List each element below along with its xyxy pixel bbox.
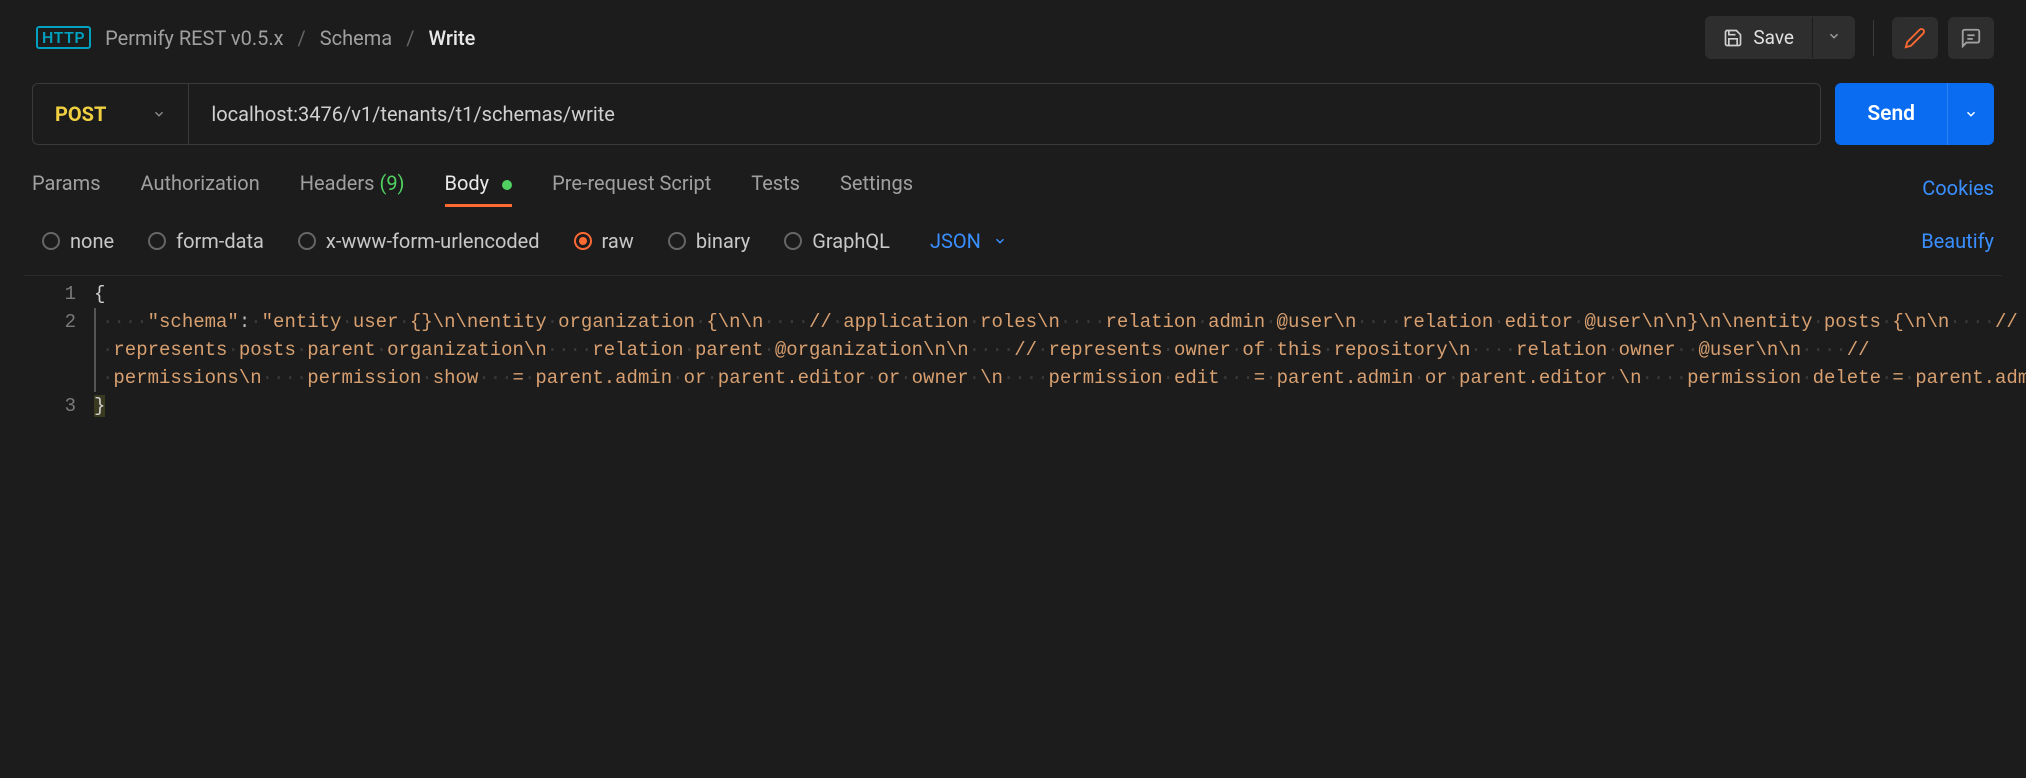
radio-label: binary xyxy=(696,229,750,253)
line-gutter: 3 xyxy=(24,392,94,420)
method-select[interactable]: POST xyxy=(33,84,189,144)
radio-icon xyxy=(668,232,686,250)
code-line-1: { xyxy=(94,280,2002,308)
tab-params[interactable]: Params xyxy=(32,171,101,205)
body-editor[interactable]: 1 { 2 ····"schema":·"entity·user·{}\n\ne… xyxy=(24,275,2002,421)
tab-prerequest[interactable]: Pre-request Script xyxy=(552,171,711,205)
chevron-down-icon xyxy=(1964,107,1978,121)
radio-label: form-data xyxy=(176,229,264,253)
beautify-link[interactable]: Beautify xyxy=(1921,229,1994,253)
comments-button[interactable] xyxy=(1948,17,1994,59)
radio-label: x-www-form-urlencoded xyxy=(326,229,540,253)
body-type-none[interactable]: none xyxy=(42,229,114,253)
content-type-select[interactable]: JSON xyxy=(930,229,1007,253)
radio-label: raw xyxy=(602,229,634,253)
radio-icon xyxy=(148,232,166,250)
send-button[interactable]: Send xyxy=(1835,83,1947,145)
request-bar: POST localhost:3476/v1/tenants/t1/schema… xyxy=(32,83,1821,145)
tab-body[interactable]: Body xyxy=(445,171,513,205)
pencil-icon xyxy=(1904,27,1926,49)
code-line-2: ····"schema":·"entity·user·{}\n\nentity·… xyxy=(94,308,2026,392)
breadcrumb-item[interactable]: Write xyxy=(428,26,475,50)
tab-headers-label: Headers xyxy=(300,171,375,195)
radio-icon xyxy=(42,232,60,250)
save-dropdown[interactable] xyxy=(1812,17,1855,58)
line-number: 2 xyxy=(24,308,76,336)
body-type-raw[interactable]: raw xyxy=(574,229,634,253)
tab-tests[interactable]: Tests xyxy=(751,171,800,205)
chevron-down-icon xyxy=(1827,29,1841,43)
radio-icon xyxy=(298,232,316,250)
divider xyxy=(1873,20,1874,56)
radio-icon xyxy=(574,232,592,250)
url-input[interactable]: localhost:3476/v1/tenants/t1/schemas/wri… xyxy=(189,84,1820,144)
breadcrumb-collection[interactable]: Permify REST v0.5.x xyxy=(105,26,283,50)
breadcrumb-folder[interactable]: Schema xyxy=(320,26,392,50)
send-dropdown[interactable] xyxy=(1947,83,1994,145)
comment-icon xyxy=(1960,27,1982,49)
breadcrumb: HTTP Permify REST v0.5.x / Schema / Writ… xyxy=(36,26,475,50)
tab-headers[interactable]: Headers (9) xyxy=(300,171,405,205)
body-type-urlencoded[interactable]: x-www-form-urlencoded xyxy=(298,229,540,253)
tab-body-label: Body xyxy=(445,171,490,195)
content-type-label: JSON xyxy=(930,229,981,253)
body-type-formdata[interactable]: form-data xyxy=(148,229,264,253)
body-type-binary[interactable]: binary xyxy=(668,229,750,253)
save-button[interactable]: Save xyxy=(1705,16,1812,59)
body-type-graphql[interactable]: GraphQL xyxy=(784,229,890,253)
cookies-link[interactable]: Cookies xyxy=(1922,176,1994,200)
save-button-group: Save xyxy=(1705,16,1855,59)
breadcrumb-sep: / xyxy=(406,26,414,50)
save-icon xyxy=(1723,28,1743,48)
chevron-down-icon xyxy=(993,234,1007,248)
radio-label: none xyxy=(70,229,114,253)
body-type-group: none form-data x-www-form-urlencoded raw… xyxy=(42,229,1007,253)
save-label: Save xyxy=(1753,26,1794,49)
method-label: POST xyxy=(55,102,106,126)
tab-authorization[interactable]: Authorization xyxy=(141,171,260,205)
send-button-group: Send xyxy=(1835,83,1994,145)
line-number: 1 xyxy=(24,280,76,308)
edit-button[interactable] xyxy=(1892,17,1938,59)
line-gutter: 1 xyxy=(24,280,94,308)
request-tabs: Params Authorization Headers (9) Body Pr… xyxy=(32,171,913,205)
code-line-3: } xyxy=(94,392,2002,420)
breadcrumb-sep: / xyxy=(298,26,306,50)
line-number: 3 xyxy=(24,392,76,420)
chevron-down-icon xyxy=(152,107,166,121)
radio-icon xyxy=(784,232,802,250)
radio-label: GraphQL xyxy=(812,229,890,253)
tab-settings[interactable]: Settings xyxy=(840,171,913,205)
headers-count: (9) xyxy=(379,171,404,195)
line-gutter: 2 xyxy=(24,308,94,392)
http-badge: HTTP xyxy=(36,26,91,49)
body-indicator-dot xyxy=(502,180,512,190)
